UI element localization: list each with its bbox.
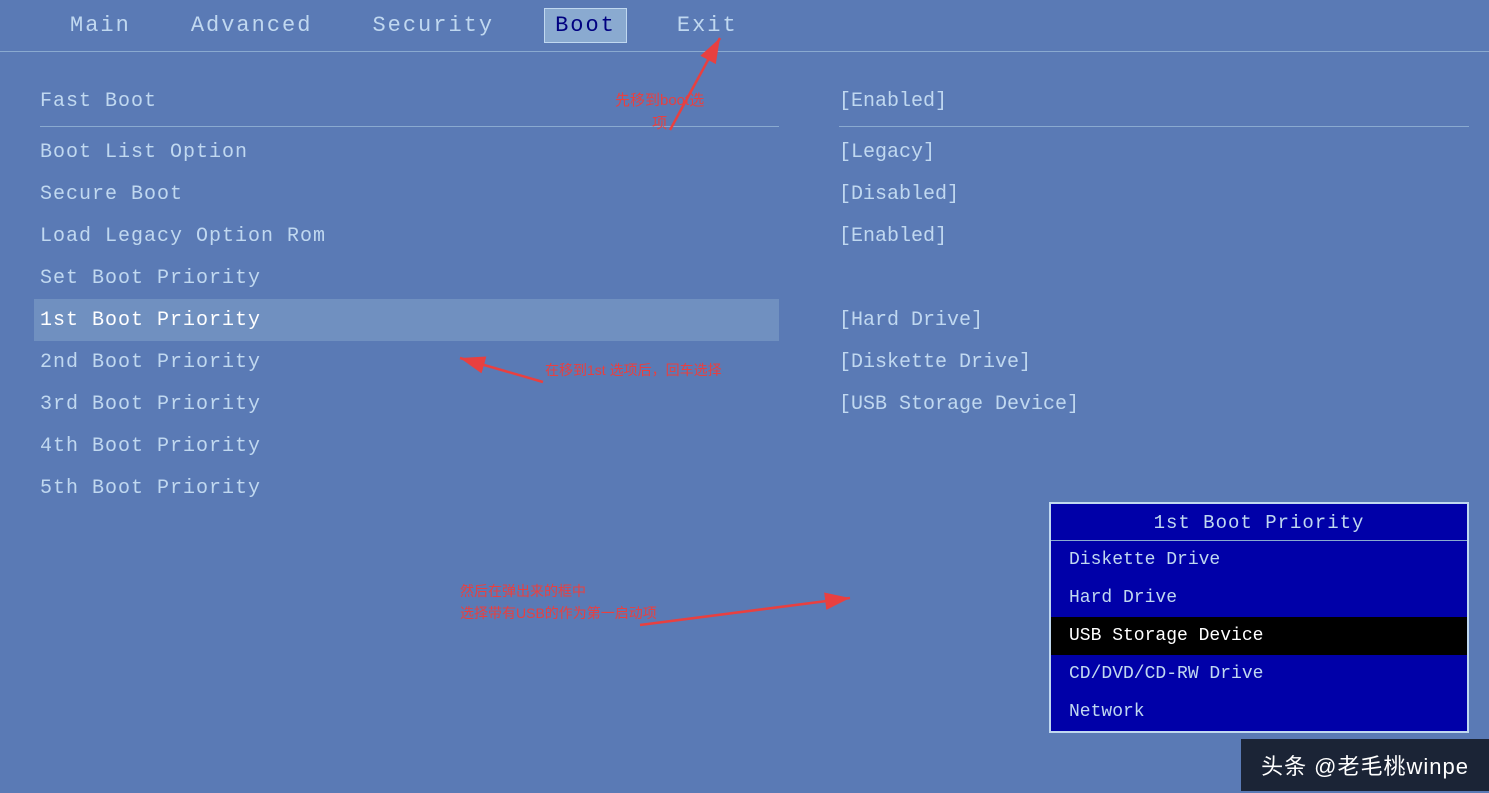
- setting-boot-list-option[interactable]: Boot List Option: [40, 131, 779, 173]
- menu-security[interactable]: Security: [362, 9, 504, 42]
- value-set-boot-priority: [839, 257, 1469, 299]
- popup-item-usb[interactable]: USB Storage Device: [1051, 617, 1467, 655]
- menu-advanced[interactable]: Advanced: [181, 9, 323, 42]
- setting-3rd-boot-priority[interactable]: 3rd Boot Priority: [40, 383, 779, 425]
- setting-fast-boot[interactable]: Fast Boot: [40, 80, 779, 122]
- top-menu-bar: Main Advanced Security Boot Exit: [0, 0, 1489, 52]
- value-load-legacy: [Enabled]: [839, 215, 1469, 257]
- popup-item-cddvd[interactable]: CD/DVD/CD-RW Drive: [1051, 655, 1467, 693]
- setting-secure-boot[interactable]: Secure Boot: [40, 173, 779, 215]
- watermark: 头条 @老毛桃winpe: [1241, 739, 1489, 791]
- left-panel: Fast Boot Boot List Option Secure Boot L…: [0, 52, 819, 793]
- popup-item-hard-drive[interactable]: Hard Drive: [1051, 579, 1467, 617]
- popup-item-network[interactable]: Network: [1051, 693, 1467, 731]
- setting-5th-boot-priority[interactable]: 5th Boot Priority: [40, 467, 779, 509]
- popup-title: 1st Boot Priority: [1051, 504, 1467, 541]
- menu-boot[interactable]: Boot: [544, 8, 627, 43]
- value-3rd-boot-priority: [USB Storage Device]: [839, 383, 1469, 425]
- right-divider: [839, 126, 1469, 127]
- setting-set-boot-priority[interactable]: Set Boot Priority: [40, 257, 779, 299]
- value-1st-boot-priority: [Hard Drive]: [839, 299, 1469, 341]
- value-secure-boot: [Disabled]: [839, 173, 1469, 215]
- menu-exit[interactable]: Exit: [667, 9, 748, 42]
- popup-item-diskette[interactable]: Diskette Drive: [1051, 541, 1467, 579]
- setting-4th-boot-priority[interactable]: 4th Boot Priority: [40, 425, 779, 467]
- setting-load-legacy[interactable]: Load Legacy Option Rom: [40, 215, 779, 257]
- value-boot-list-option: [Legacy]: [839, 131, 1469, 173]
- popup-boot-priority: 1st Boot Priority Diskette Drive Hard Dr…: [1049, 502, 1469, 733]
- value-2nd-boot-priority: [Diskette Drive]: [839, 341, 1469, 383]
- divider: [40, 126, 779, 127]
- menu-main[interactable]: Main: [60, 9, 141, 42]
- bios-screen: Main Advanced Security Boot Exit Fast Bo…: [0, 0, 1489, 791]
- content-area: Fast Boot Boot List Option Secure Boot L…: [0, 52, 1489, 793]
- setting-2nd-boot-priority[interactable]: 2nd Boot Priority: [40, 341, 779, 383]
- value-fast-boot: [Enabled]: [839, 80, 1469, 122]
- setting-1st-boot-priority[interactable]: 1st Boot Priority: [34, 299, 779, 341]
